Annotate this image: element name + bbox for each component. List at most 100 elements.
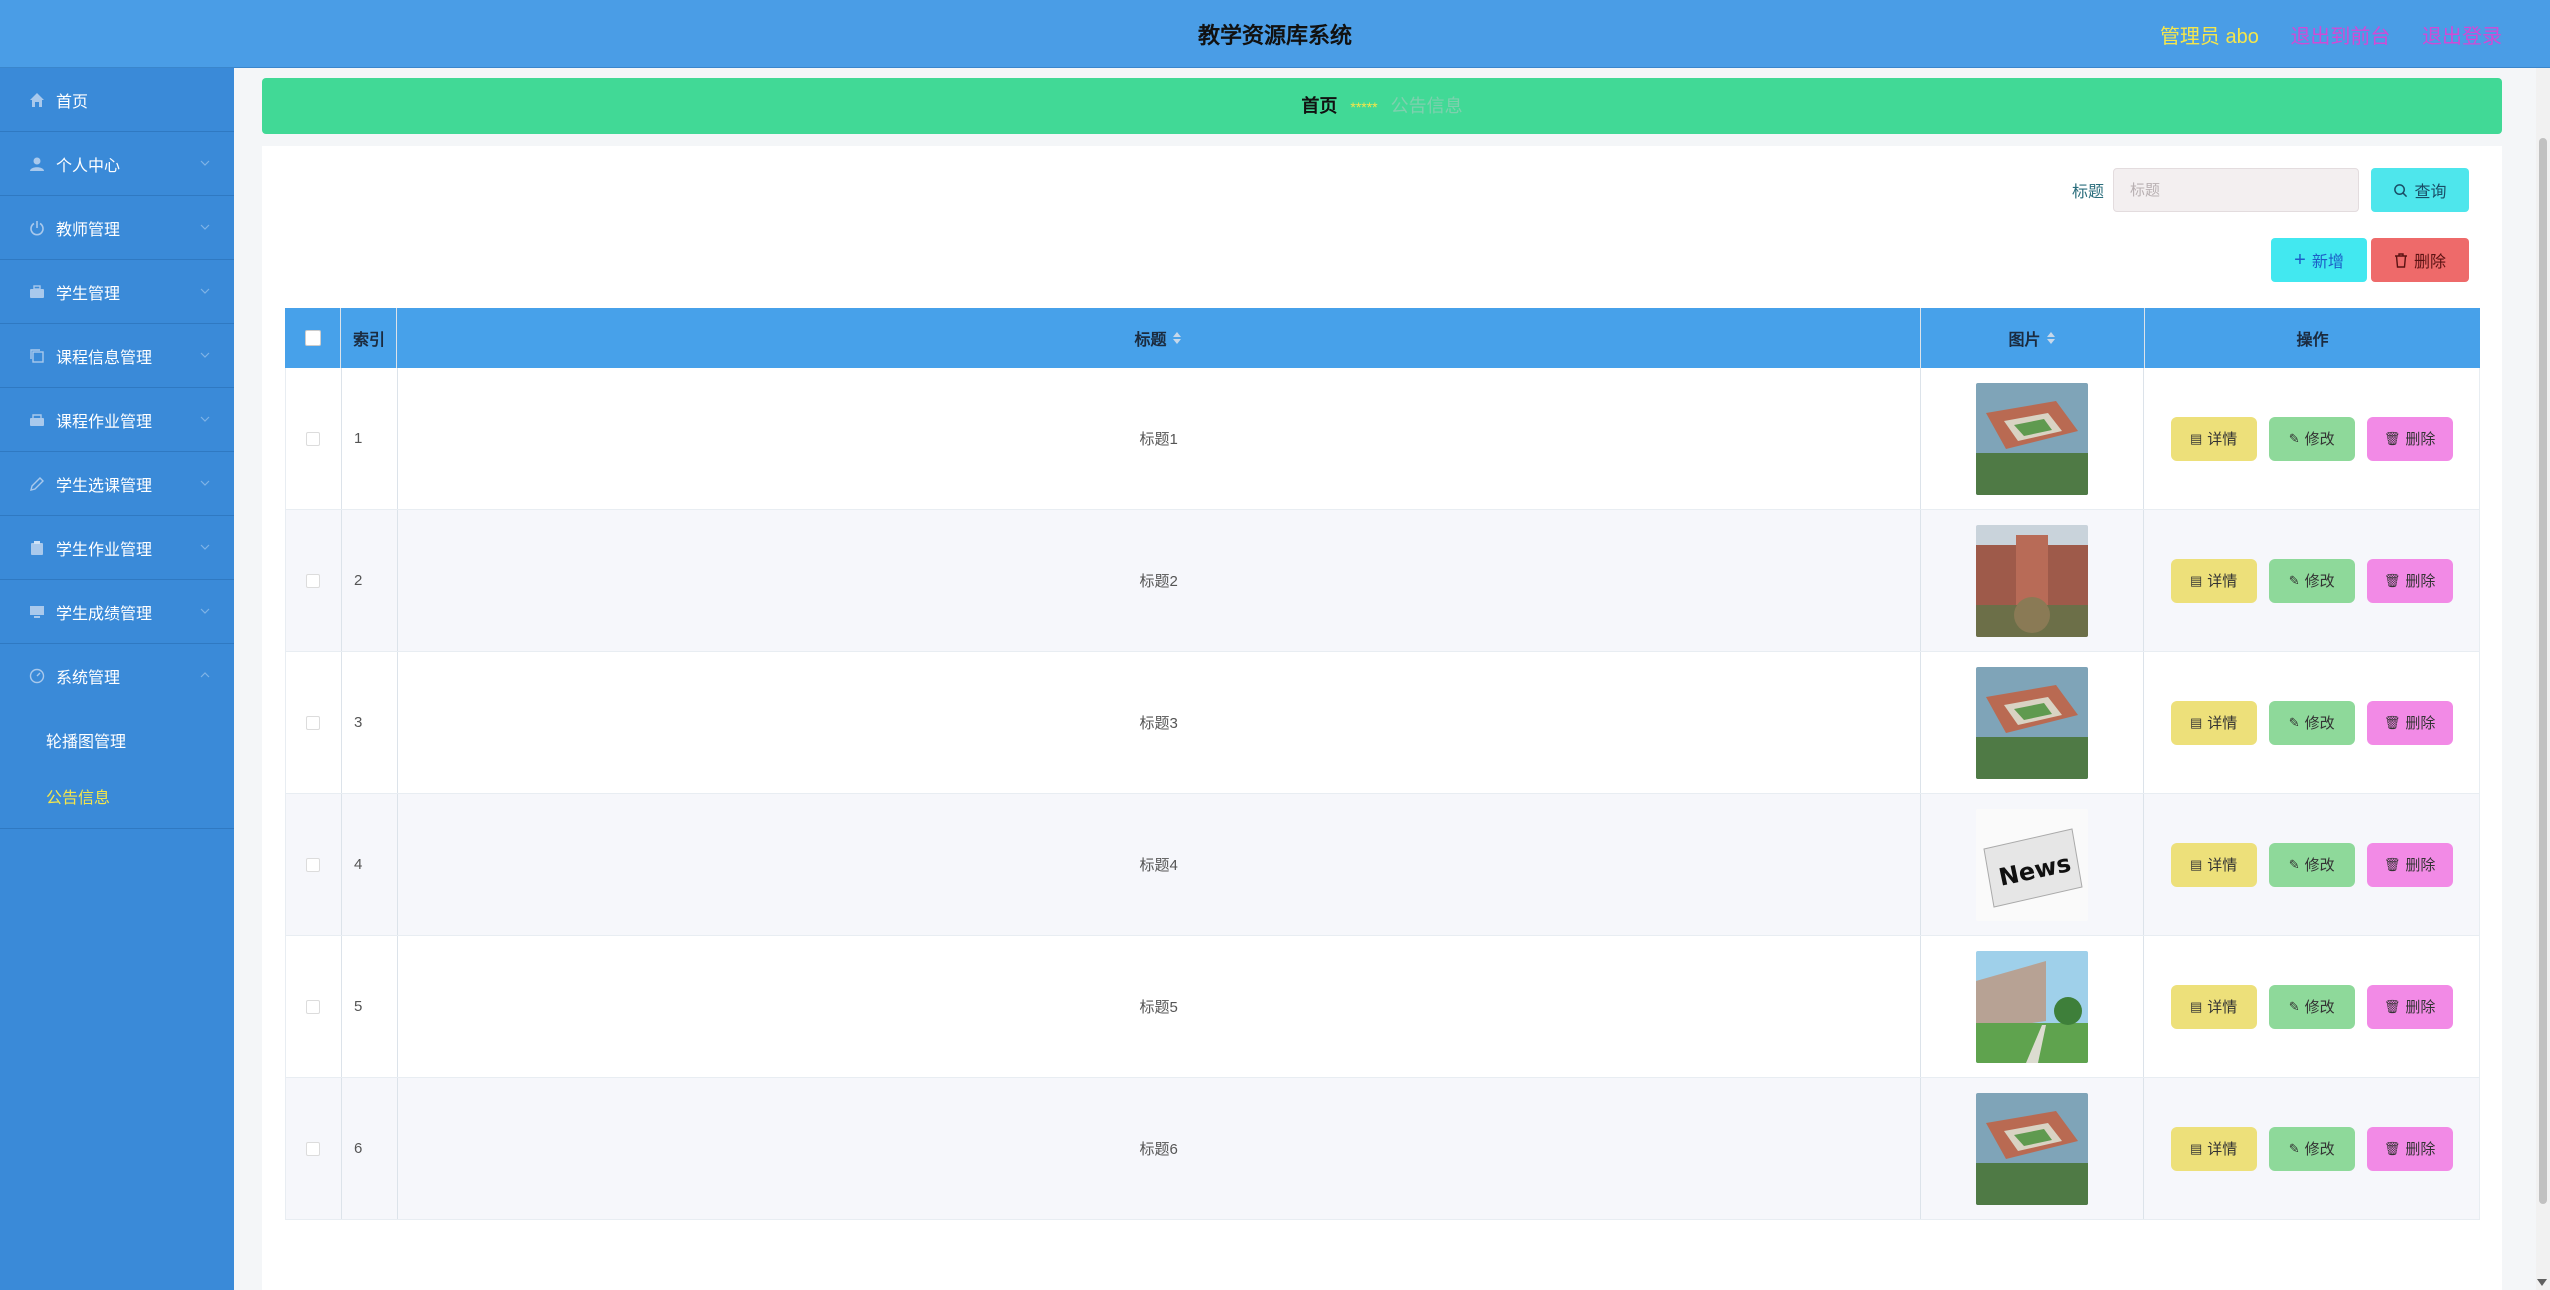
row-checkbox[interactable]: [306, 431, 321, 446]
query-button[interactable]: 查询: [2371, 168, 2469, 212]
sidebar-item-label: 教师管理: [56, 221, 121, 239]
row-picture-cell: [1921, 368, 2145, 509]
batch-delete-button[interactable]: 删除: [2371, 238, 2469, 282]
notice-table: 索引 标题 图片 操作 1 标题1 ▤ 详情 ✎ 修改 🗑 删除 2 标题2 ▤ 详情 ✎ 修改 🗑 删除 3 标…: [285, 308, 2480, 1220]
row-checkbox-cell: [286, 1078, 342, 1219]
page-scrollbar[interactable]: [2536, 68, 2550, 1290]
sidebar-item-student-homework[interactable]: 学生作业管理: [0, 516, 234, 580]
top-bar: 教学资源库系统 管理员 abo 退出到前台 退出登录: [0, 0, 2550, 68]
scrollbar-thumb[interactable]: [2539, 138, 2547, 1204]
table-row: 6 标题6 ▤ 详情 ✎ 修改 🗑 删除: [285, 1078, 2480, 1220]
edit-button-label: 修改: [2304, 715, 2335, 732]
sidebar-item-student-grades[interactable]: 学生成绩管理: [0, 580, 234, 644]
delete-button[interactable]: 🗑 删除: [2366, 558, 2453, 603]
sidebar-item-label: 系统管理: [56, 670, 121, 687]
table-body: 1 标题1 ▤ 详情 ✎ 修改 🗑 删除 2 标题2 ▤ 详情 ✎ 修改 🗑 删除 3 标题3 ▤ 详情 ✎ 修改 🗑 删除 4…: [285, 368, 2480, 1220]
sidebar-item-profile[interactable]: 个人中心: [0, 132, 234, 196]
document-icon: ▤: [2190, 714, 2203, 730]
row-checkbox[interactable]: [306, 1141, 321, 1156]
sidebar-item-home[interactable]: 首页: [0, 68, 234, 132]
row-index: 1: [342, 368, 398, 509]
add-button[interactable]: + 新增: [2271, 238, 2367, 282]
select-all-checkbox[interactable]: [304, 330, 321, 346]
breadcrumb: 首页 ***** 公告信息: [262, 78, 2502, 134]
briefcase-icon: [28, 283, 46, 301]
header-checkbox-cell: [285, 308, 341, 368]
exit-to-front-link[interactable]: 退出到前台: [2290, 26, 2390, 48]
detail-button-label: 详情: [2207, 715, 2238, 732]
row-checkbox[interactable]: [306, 715, 321, 730]
document-icon: ▤: [2190, 856, 2203, 872]
logout-link[interactable]: 退出登录: [2422, 26, 2502, 48]
school-building-image[interactable]: [1975, 524, 2088, 637]
edit-button-label: 修改: [2304, 999, 2335, 1016]
row-checkbox[interactable]: [306, 857, 321, 872]
news-newspaper-image[interactable]: News: [1975, 808, 2088, 921]
row-actions: ▤ 详情 ✎ 修改 🗑 删除: [2144, 936, 2479, 1077]
delete-button[interactable]: 🗑 删除: [2366, 984, 2453, 1029]
sidebar-item-course-info[interactable]: 课程信息管理: [0, 324, 234, 388]
detail-button[interactable]: ▤ 详情: [2170, 416, 2257, 461]
chevron-down-icon: [200, 608, 210, 614]
plus-icon: +: [2294, 249, 2306, 271]
sidebar-item-label: 课程作业管理: [56, 413, 153, 431]
sidebar-item-system[interactable]: 系统管理: [0, 644, 234, 708]
table-row: 3 标题3 ▤ 详情 ✎ 修改 🗑 删除: [285, 652, 2480, 794]
document-icon: ▤: [2190, 998, 2203, 1014]
detail-button[interactable]: ▤ 详情: [2170, 842, 2257, 887]
chevron-down-icon: [200, 544, 210, 550]
sidebar-item-teachers[interactable]: 教师管理: [0, 196, 234, 260]
delete-button[interactable]: 🗑 删除: [2366, 416, 2453, 461]
edit-button[interactable]: ✎ 修改: [2268, 700, 2355, 745]
row-picture-cell: [1921, 510, 2145, 651]
edit-button-label: 修改: [2304, 431, 2335, 448]
breadcrumb-home[interactable]: 首页: [1301, 96, 1337, 116]
sidebar-item-course-selection[interactable]: 学生选课管理: [0, 452, 234, 516]
scroll-down-arrow-icon[interactable]: [2537, 1279, 2547, 1286]
sort-icon[interactable]: [1172, 332, 1183, 344]
row-picture-cell: [1921, 936, 2145, 1077]
detail-button[interactable]: ▤ 详情: [2170, 1126, 2257, 1171]
row-actions: ▤ 详情 ✎ 修改 🗑 删除: [2144, 652, 2479, 793]
row-picture-cell: [1921, 1078, 2145, 1219]
detail-button[interactable]: ▤ 详情: [2170, 984, 2257, 1029]
row-title: 标题6: [398, 1078, 1921, 1219]
campus-aerial-image[interactable]: [1975, 666, 2088, 779]
row-checkbox[interactable]: [306, 573, 321, 588]
delete-button[interactable]: 🗑 删除: [2366, 842, 2453, 887]
detail-button-label: 详情: [2207, 999, 2238, 1016]
delete-button-label: 删除: [2405, 857, 2436, 874]
detail-button-label: 详情: [2207, 857, 2238, 874]
delete-button[interactable]: 🗑 删除: [2366, 1126, 2453, 1171]
campus-aerial-image[interactable]: [1975, 1092, 2088, 1205]
header-title[interactable]: 标题: [397, 308, 1921, 368]
sidebar-subitem-carousel[interactable]: 轮播图管理: [0, 712, 234, 768]
row-checkbox[interactable]: [306, 999, 321, 1014]
table-row: 5 标题5 ▤ 详情 ✎ 修改 🗑 删除: [285, 936, 2480, 1078]
sidebar-item-students[interactable]: 学生管理: [0, 260, 234, 324]
delete-button[interactable]: 🗑 删除: [2366, 700, 2453, 745]
sidebar-item-label: 学生成绩管理: [56, 605, 153, 623]
sidebar-item-label: 首页: [56, 93, 89, 111]
edit-button[interactable]: ✎ 修改: [2268, 984, 2355, 1029]
detail-button[interactable]: ▤ 详情: [2170, 558, 2257, 603]
chevron-down-icon: [200, 416, 210, 422]
table-header: 索引 标题 图片 操作: [285, 308, 2480, 368]
campus-garden-image[interactable]: [1975, 950, 2088, 1063]
detail-button[interactable]: ▤ 详情: [2170, 700, 2257, 745]
edit-button[interactable]: ✎ 修改: [2268, 416, 2355, 461]
sort-icon[interactable]: [2046, 332, 2057, 344]
edit-button[interactable]: ✎ 修改: [2268, 558, 2355, 603]
search-input[interactable]: [2113, 168, 2359, 212]
sidebar-subitem-notice[interactable]: 公告信息: [0, 768, 234, 824]
campus-aerial-image[interactable]: [1975, 382, 2088, 495]
clipboard-icon: [28, 539, 46, 557]
edit-button-label: 修改: [2304, 573, 2335, 590]
sidebar-item-course-homework[interactable]: 课程作业管理: [0, 388, 234, 452]
header-picture[interactable]: 图片: [1921, 308, 2145, 368]
edit-button[interactable]: ✎ 修改: [2268, 842, 2355, 887]
document-icon: ▤: [2190, 430, 2203, 446]
edit-button[interactable]: ✎ 修改: [2268, 1126, 2355, 1171]
sidebar-item-label: 课程信息管理: [56, 349, 153, 367]
chevron-down-icon: [200, 352, 210, 358]
